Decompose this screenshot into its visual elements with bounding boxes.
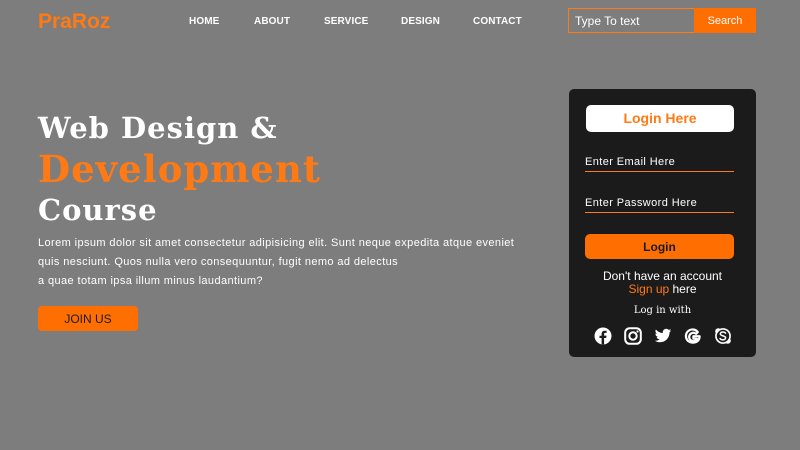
- nav-item-about[interactable]: ABOUT: [254, 16, 290, 27]
- instagram-icon[interactable]: [624, 327, 642, 345]
- hero-description-line: quis nesciunt. Quos nulla vero consequun…: [38, 256, 399, 268]
- nav-item-home[interactable]: HOME: [189, 16, 219, 27]
- signup-link[interactable]: Sign up: [628, 282, 669, 296]
- google-icon[interactable]: [684, 327, 702, 345]
- join-us-button[interactable]: JOIN US: [38, 306, 138, 331]
- nav-item-design[interactable]: DESIGN: [401, 16, 440, 27]
- login-card: Login Here Login Don't have an account S…: [569, 89, 756, 357]
- facebook-icon[interactable]: [594, 327, 612, 345]
- hero-title-line2: Development: [38, 147, 321, 191]
- nav-item-contact[interactable]: CONTACT: [473, 16, 522, 27]
- search-button[interactable]: Search: [694, 8, 756, 33]
- twitter-icon[interactable]: [654, 327, 672, 345]
- hero-description-line: Lorem ipsum dolor sit amet consectetur a…: [38, 237, 515, 249]
- password-field[interactable]: [585, 193, 734, 213]
- hero-title: Web Design & Development Course: [38, 114, 321, 225]
- login-with-label: Log in with: [633, 305, 692, 316]
- nav-item-service[interactable]: SERVICE: [324, 16, 368, 27]
- hero-title-line3: Course: [38, 193, 158, 227]
- main-nav: HOME ABOUT SERVICE DESIGN CONTACT: [0, 16, 560, 28]
- social-login-icons: [593, 327, 733, 345]
- signup-prompt: Don't have an account Sign up here: [569, 270, 756, 296]
- login-card-title: Login Here: [586, 105, 734, 132]
- search-bar: Search: [568, 8, 756, 33]
- skype-icon[interactable]: [714, 327, 732, 345]
- search-input[interactable]: [568, 8, 694, 33]
- hero-description-line: a quae totam ipsa illum minus laudantium…: [38, 275, 263, 287]
- email-field[interactable]: [585, 152, 734, 172]
- signup-suffix: here: [669, 282, 697, 296]
- hero-description: Lorem ipsum dolor sit amet consectetur a…: [38, 234, 528, 291]
- hero-title-line1: Web Design &: [38, 111, 278, 145]
- signup-row: Sign up here: [569, 283, 756, 296]
- login-button[interactable]: Login: [585, 234, 734, 259]
